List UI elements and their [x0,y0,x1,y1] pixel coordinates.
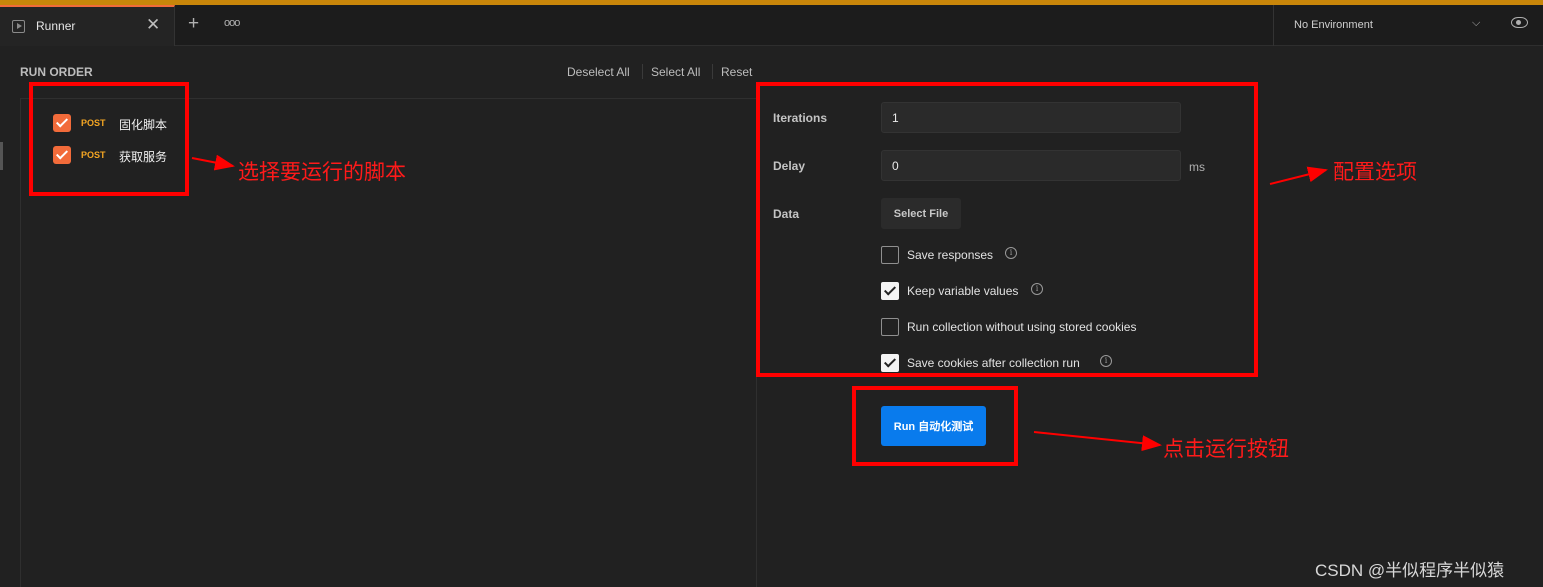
annotation-click-run: 点击运行按钮 [1163,437,1289,461]
annotation-arrows [191,154,1328,452]
arrow-run [1033,431,1162,452]
annotation-select-scripts: 选择要运行的脚本 [238,160,406,184]
watermark: CSDN @半似程序半似猿 [1315,561,1505,580]
arrow-requests [191,154,235,171]
annotation-config-options: 配置选项 [1333,160,1417,184]
arrow-options [1269,166,1328,185]
